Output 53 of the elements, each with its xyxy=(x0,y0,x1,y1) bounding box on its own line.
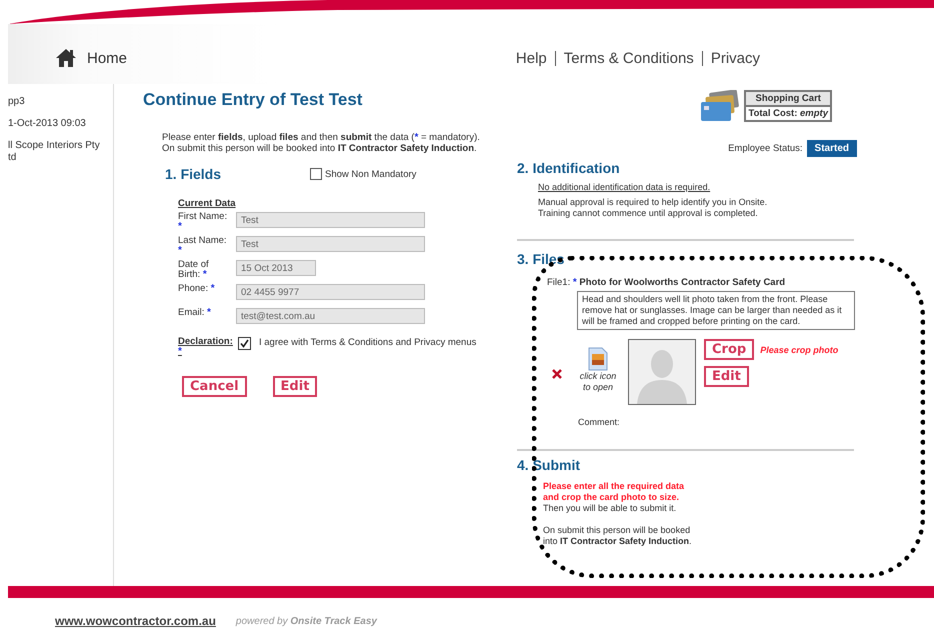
section-heading: 1. Fields xyxy=(165,166,222,182)
edit-button[interactable]: Edit xyxy=(704,366,749,387)
comment-label: Comment: xyxy=(578,417,621,427)
field-label: Phone: * xyxy=(178,284,216,294)
subheading: Current Data xyxy=(178,198,237,209)
home-link[interactable]: Home xyxy=(55,48,128,68)
shopping-cart-box: Shopping Cart Total Cost: empty xyxy=(744,90,832,122)
field-label: Date of Birth: * xyxy=(178,260,210,280)
remove-icon[interactable] xyxy=(552,369,562,379)
text-field[interactable]: 15 Oct 2013 xyxy=(236,260,316,276)
open-hint: click icon to open xyxy=(578,371,618,393)
crop-warning: Please crop photo xyxy=(760,344,838,354)
nav-link[interactable]: Privacy xyxy=(702,50,768,66)
nav-link[interactable]: Help xyxy=(508,50,555,66)
edit-button[interactable]: Edit xyxy=(272,376,318,397)
field-label: Email: * xyxy=(178,308,212,318)
photo-hint: Head and shoulders well lit photo taken from the front. Please remove hat or sunglasses. Image can be larger than needed as it will be framed and cropped before printing on the card. xyxy=(577,291,855,330)
show-non-mandatory-checkbox[interactable]: Show Non Mandatory xyxy=(310,168,416,180)
image-file-icon[interactable] xyxy=(588,347,608,371)
powered-by-text: powered by Onsite Track Easy xyxy=(236,616,377,626)
intro-text: Please enter fields, upload files and then submit the data (* = mandatory). On submit this person will be booked into IT Contractor Safety Induction. xyxy=(162,132,481,154)
cancel-button[interactable]: Cancel xyxy=(182,376,247,397)
status-badge: Started xyxy=(806,140,857,157)
field-label: First Name: * xyxy=(178,212,228,232)
declaration-text: I agree with Terms & Conditions and Privacy menus xyxy=(259,337,476,348)
status-label: Employee Status: xyxy=(728,143,803,154)
booking-text: On submit this person will be booked into IT Contractor Safety Induction. xyxy=(543,525,693,547)
sidebar-text: pp3 xyxy=(8,96,26,108)
identification-text: Manual approval is required to help identify you in Onsite. xyxy=(538,197,768,208)
sidebar-text: 1-Oct-2013 09:03 xyxy=(8,118,87,130)
photo-placeholder-silhouette xyxy=(628,339,696,405)
home-icon xyxy=(55,48,77,68)
section-heading: 4. Submit xyxy=(517,457,582,473)
identification-note: No additional identification data is required. xyxy=(538,182,712,193)
text-field[interactable]: test@test.com.au xyxy=(236,308,425,324)
page-title: Continue Entry of Test Test xyxy=(143,90,364,110)
section-heading: 2. Identification xyxy=(517,160,621,176)
text-field[interactable]: 02 4455 9977 xyxy=(236,284,425,300)
sidebar-text: td xyxy=(8,152,18,164)
crop-button[interactable]: Crop xyxy=(704,339,754,360)
sidebar-text: ll Scope Interiors Pty xyxy=(8,140,101,152)
declaration-label: Declaration: * xyxy=(178,337,234,357)
text-field[interactable]: Test xyxy=(236,212,425,228)
submit-text: Then you will be able to submit it. xyxy=(543,503,678,514)
website-link[interactable]: www.wowcontractor.com.au xyxy=(55,614,216,628)
submit-warning: Please enter all the required data and crop the card photo to size. xyxy=(543,481,686,503)
identification-text: Training cannot commence until approval is completed. xyxy=(538,208,759,219)
field-label: Last Name: * xyxy=(178,236,228,256)
file-title: File1: * Photo for Woolworths Contractor Safety Card xyxy=(547,277,786,288)
declaration-checkbox[interactable] xyxy=(238,337,251,350)
credit-cards-icon xyxy=(700,90,740,122)
text-field[interactable]: Test xyxy=(236,236,425,252)
nav-link[interactable]: Terms & Conditions xyxy=(554,50,702,66)
